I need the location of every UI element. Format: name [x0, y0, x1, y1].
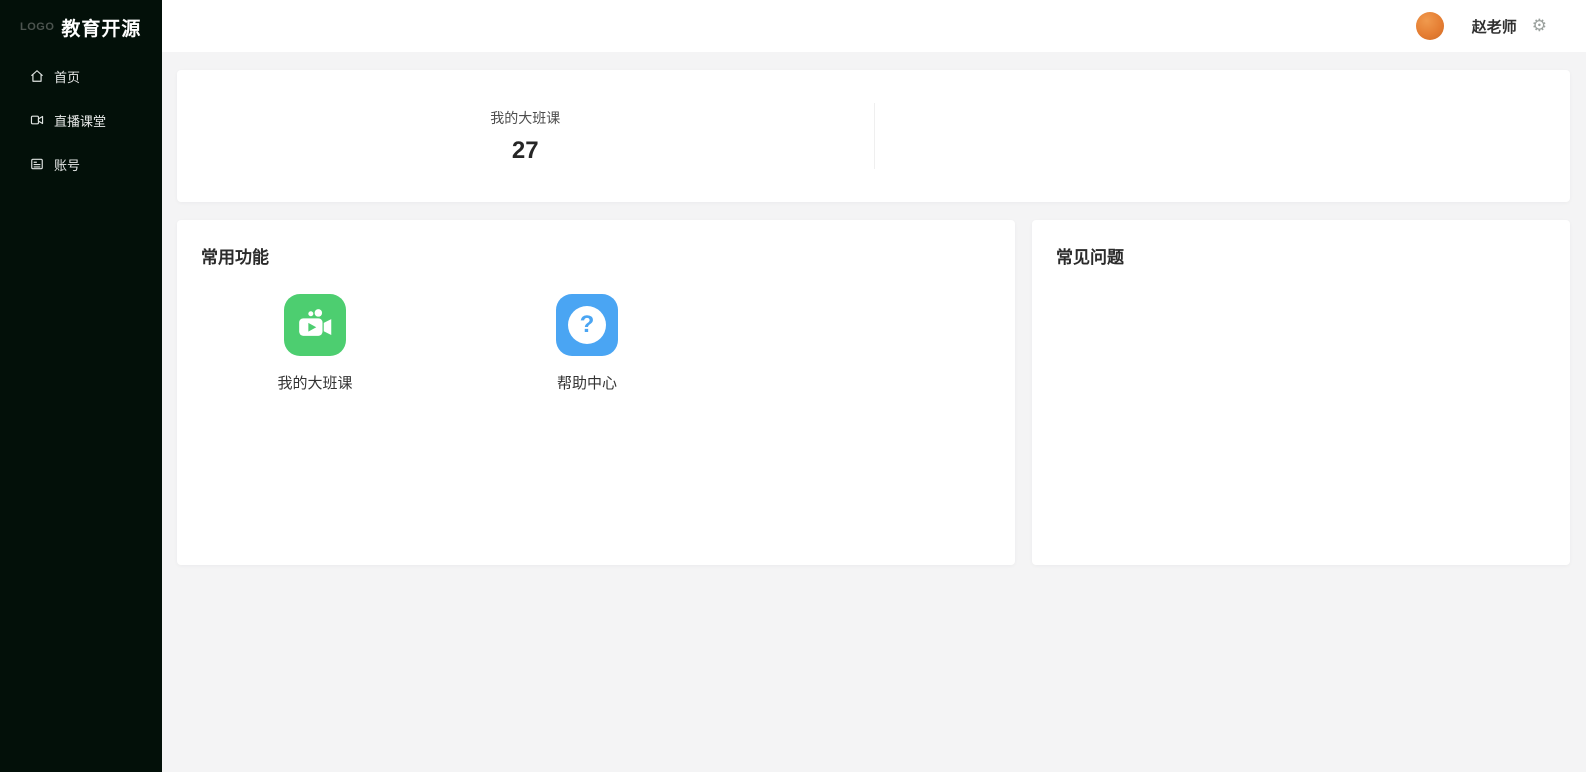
sidebar-item-label: 账号 [54, 157, 81, 173]
sidebar-item-home[interactable]: 首页 [0, 54, 162, 98]
app-title: 教育开源 [61, 18, 142, 40]
quick-action-label: 我的大班课 [277, 375, 353, 392]
quick-action-my-classes[interactable]: 我的大班课 [235, 294, 395, 393]
sidebar-nav: 首页 直播课堂 账号 [0, 54, 162, 186]
stat-my-classes: 我的大班课 27 [177, 70, 874, 202]
user-name[interactable]: 赵老师 [1472, 16, 1517, 37]
sidebar-item-label: 直播课堂 [54, 113, 107, 129]
sidebar: LOGO 教育开源 首页 直播课堂 账号 [0, 0, 162, 772]
main-content: 我的大班课 27 常用功能 我的大班课 ? 帮助中心 常见问题 [162, 52, 1586, 772]
stat-label: 我的大班课 [490, 109, 561, 126]
stat-empty-slot [874, 70, 1571, 202]
question-circle: ? [568, 306, 606, 344]
cards-row: 常用功能 我的大班课 ? 帮助中心 常见问题 [177, 220, 1570, 565]
app-logo: LOGO 教育开源 [0, 0, 162, 40]
live-classroom-icon [30, 113, 44, 127]
logo-placeholder-text: LOGO [20, 21, 55, 33]
quick-actions-card: 常用功能 我的大班课 ? 帮助中心 [177, 220, 1015, 565]
sidebar-item-label: 首页 [54, 69, 81, 85]
account-icon [30, 157, 44, 171]
quick-action-label: 帮助中心 [556, 375, 617, 392]
faq-title: 常见问题 [1056, 248, 1124, 267]
quick-action-help-center[interactable]: ? 帮助中心 [507, 294, 667, 393]
home-icon [30, 69, 44, 83]
quick-actions-title: 常用功能 [201, 248, 269, 267]
question-icon: ? [556, 294, 618, 356]
avatar[interactable] [1415, 12, 1444, 40]
gear-icon[interactable]: ⚙ [1532, 17, 1547, 35]
faq-card: 常见问题 [1032, 220, 1570, 565]
top-bar: 赵老师 ⚙ [162, 0, 1586, 52]
quick-actions-grid: 我的大班课 ? 帮助中心 [201, 294, 991, 393]
sidebar-item-account[interactable]: 账号 [0, 142, 162, 186]
stat-value: 27 [511, 136, 539, 164]
stats-card: 我的大班课 27 [177, 70, 1570, 202]
video-camera-icon [284, 294, 346, 356]
sidebar-item-live-classroom[interactable]: 直播课堂 [0, 98, 162, 142]
